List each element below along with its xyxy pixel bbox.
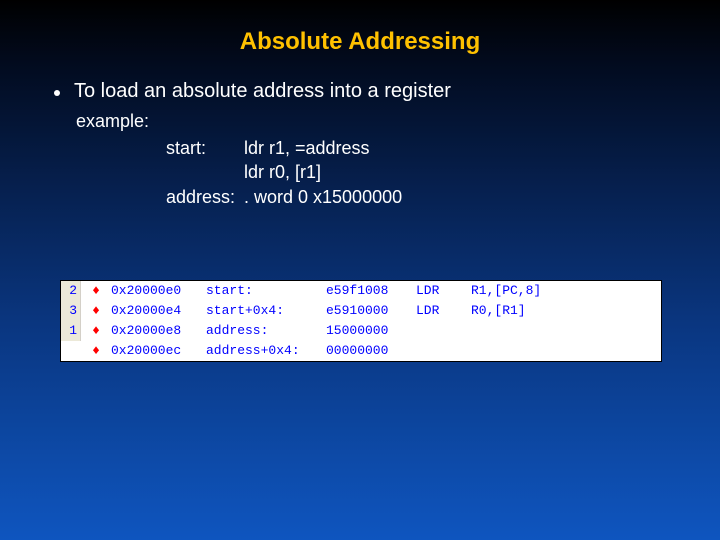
code-line: address: . word 0 x15000000 <box>166 185 720 209</box>
slide: Absolute Addressing To load an absolute … <box>0 0 720 540</box>
breakpoint-icon: ♦ <box>81 341 111 361</box>
breakpoint-icon: ♦ <box>81 321 111 341</box>
listing-row: 1 ♦ 0x20000e8 address: 15000000 <box>61 321 661 341</box>
encoding-cell: 00000000 <box>326 341 416 361</box>
mnemonic-cell: LDR <box>416 281 471 301</box>
mnemonic-cell: LDR <box>416 301 471 321</box>
listing-row: ♦ 0x20000ec address+0x4: 00000000 <box>61 341 661 361</box>
listing-row: 2 ♦ 0x20000e0 start: e59f1008 LDR R1,[PC… <box>61 281 661 301</box>
breakpoint-icon: ♦ <box>81 301 111 321</box>
label-cell: start+0x4: <box>206 301 326 321</box>
bullet-item: To load an absolute address into a regis… <box>48 80 720 103</box>
code-line: start: ldr r1, =address <box>166 136 720 160</box>
code-block: start: ldr r1, =address ldr r0, [r1] add… <box>48 136 720 209</box>
code-instr: ldr r1, =address <box>244 136 370 160</box>
label-cell: start: <box>206 281 326 301</box>
breakpoint-icon: ♦ <box>81 281 111 301</box>
code-instr: ldr r0, [r1] <box>244 160 321 184</box>
example-label: example: <box>48 111 720 132</box>
operands-cell: R1,[PC,8] <box>471 281 661 301</box>
bullet-text: To load an absolute address into a regis… <box>74 80 451 103</box>
line-number: 1 <box>61 321 81 341</box>
encoding-cell: e59f1008 <box>326 281 416 301</box>
code-label: start: <box>166 136 244 160</box>
bullet-dot-icon <box>54 90 60 96</box>
slide-body: To load an absolute address into a regis… <box>0 56 720 209</box>
slide-title: Absolute Addressing <box>0 0 720 56</box>
code-label: address: <box>166 185 244 209</box>
label-cell: address: <box>206 321 326 341</box>
disassembly-listing: 2 ♦ 0x20000e0 start: e59f1008 LDR R1,[PC… <box>60 280 662 362</box>
listing-row: 3 ♦ 0x20000e4 start+0x4: e5910000 LDR R0… <box>61 301 661 321</box>
encoding-cell: 15000000 <box>326 321 416 341</box>
encoding-cell: e5910000 <box>326 301 416 321</box>
code-instr: . word 0 x15000000 <box>244 185 402 209</box>
address-cell: 0x20000e4 <box>111 301 206 321</box>
address-cell: 0x20000ec <box>111 341 206 361</box>
line-number: 3 <box>61 301 81 321</box>
line-number: 2 <box>61 281 81 301</box>
address-cell: 0x20000e0 <box>111 281 206 301</box>
code-line: ldr r0, [r1] <box>166 160 720 184</box>
label-cell: address+0x4: <box>206 341 326 361</box>
address-cell: 0x20000e8 <box>111 321 206 341</box>
operands-cell: R0,[R1] <box>471 301 661 321</box>
code-label <box>166 160 244 184</box>
